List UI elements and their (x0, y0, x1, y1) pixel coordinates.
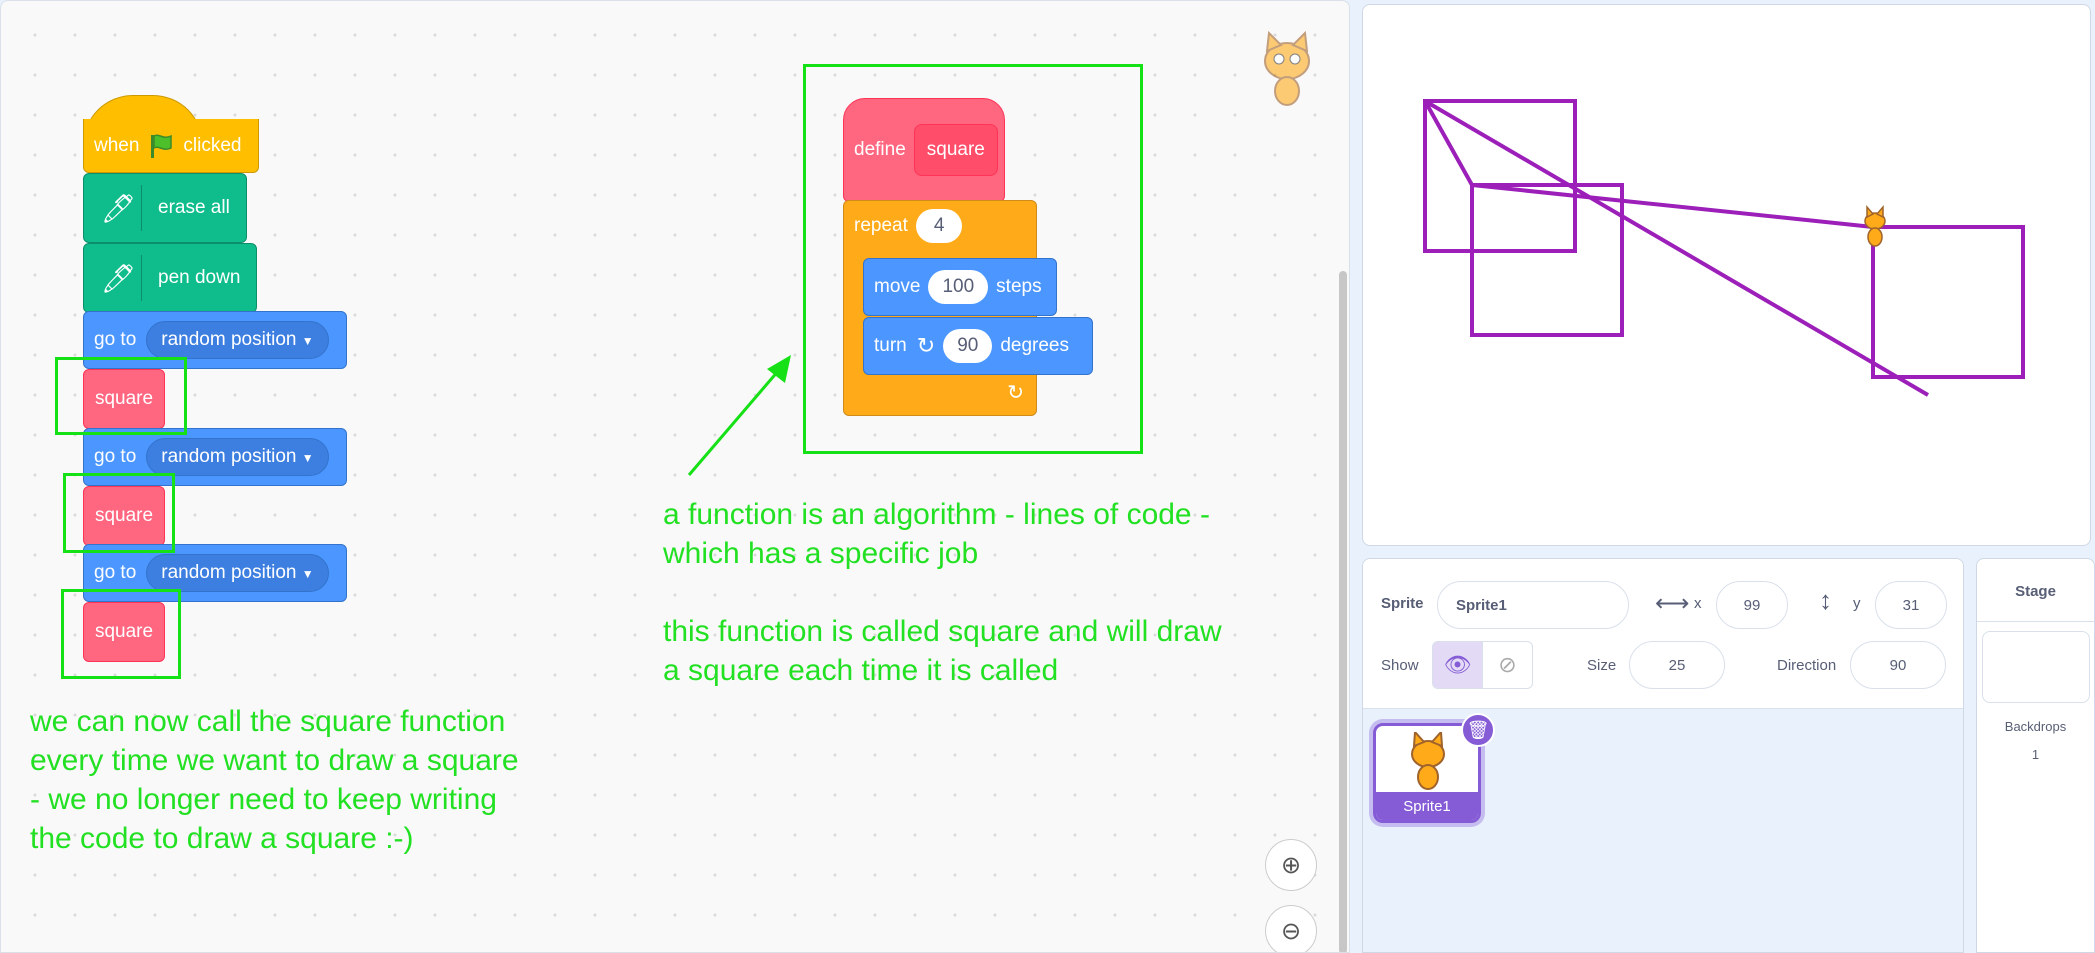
sprite-name-value: Sprite1 (1456, 596, 1507, 614)
block-text: pen down (158, 267, 241, 288)
chevron-down-icon: ▼ (301, 334, 314, 348)
dropdown-label: random position (161, 329, 297, 350)
cat-sprite-icon (1411, 732, 1445, 790)
x-arrow-icon: ⟷ (1655, 590, 1690, 617)
x-label: x (1694, 595, 1702, 612)
cat-sprite (1864, 204, 1886, 247)
pen-icon: 🖊 (96, 255, 142, 301)
direction-input[interactable]: 90 (1850, 641, 1946, 689)
backdrops-label: Backdrops (2004, 719, 2067, 734)
backdrops-count: 1 (2031, 747, 2040, 762)
position-dropdown[interactable]: random position ▼ (146, 321, 329, 359)
delete-sprite-button[interactable]: 🗑 (1461, 713, 1495, 747)
x-value: 99 (1743, 596, 1761, 614)
function-note: a function is an algorithm - lines of co… (663, 498, 1222, 687)
pen-down-block[interactable]: 🖊 pen down (83, 243, 257, 313)
dropdown-label: random position (161, 446, 297, 467)
backdrop-thumbnail[interactable] (1982, 631, 2090, 703)
stage-title: Stage (2015, 583, 2056, 600)
zoom-in-icon: ⊕ (1280, 851, 1302, 879)
stage-header-divider (1977, 621, 2094, 622)
green-flag-icon (151, 134, 173, 158)
chevron-down-icon: ▼ (301, 451, 314, 465)
show-hidden-button[interactable]: ⊘ (1482, 641, 1533, 689)
block-text: go to (94, 329, 137, 350)
sprite-info: Sprite Sprite1 ⟷ x 99 ↕ y 31 Show 👁 ⊘ Si… (1363, 559, 1963, 709)
dropdown-label: random position (161, 562, 297, 583)
stage-selector[interactable]: Stage Backdrops 1 (1976, 558, 2095, 953)
arrow-annotation (687, 355, 791, 476)
x-input[interactable]: 99 (1716, 581, 1788, 629)
block-text: go to (94, 446, 137, 467)
direction-label: Direction (1777, 657, 1837, 674)
highlight-box (55, 357, 187, 435)
sprite-pane: Sprite Sprite1 ⟷ x 99 ↕ y 31 Show 👁 ⊘ Si… (1362, 558, 1964, 953)
block-text: erase all (158, 197, 230, 218)
code-workspace[interactable]: when clicked 🖊 erase all 🖊 pen down go t… (0, 0, 1350, 953)
highlight-box (63, 473, 175, 553)
sprite-label: Sprite (1381, 595, 1424, 612)
size-label: Size (1587, 657, 1617, 674)
zoom-out-button[interactable]: ⊖ (1265, 905, 1317, 952)
highlight-box (803, 64, 1143, 454)
y-value: 31 (1902, 596, 1920, 614)
highlight-box (61, 589, 181, 679)
call-note: we can now call the square function ever… (30, 705, 519, 855)
pen-icon: 🖊 (96, 185, 142, 231)
size-input[interactable]: 25 (1629, 641, 1725, 689)
erase-all-block[interactable]: 🖊 erase all (83, 173, 247, 243)
chevron-down-icon: ▼ (301, 567, 314, 581)
sprite-card-label: Sprite1 (1376, 792, 1478, 820)
y-arrow-icon: ↕ (1819, 585, 1832, 615)
direction-value: 90 (1889, 656, 1907, 674)
position-dropdown[interactable]: random position ▼ (146, 438, 329, 476)
y-label: y (1853, 595, 1861, 612)
workspace-scrollbar[interactable] (1339, 271, 1347, 952)
block-text: clicked (183, 134, 242, 156)
cat-sprite-icon (1264, 31, 1310, 106)
position-dropdown[interactable]: random position ▼ (146, 554, 329, 592)
zoom-out-icon: ⊖ (1280, 917, 1302, 945)
eye-icon: 👁 (1443, 652, 1472, 677)
zoom-in-button[interactable]: ⊕ (1265, 839, 1317, 891)
show-visible-button[interactable]: 👁 (1432, 641, 1483, 689)
eye-slash-icon: ⊘ (1498, 652, 1517, 677)
block-text: go to (94, 562, 137, 583)
show-label: Show (1381, 657, 1419, 674)
y-input[interactable]: 31 (1875, 581, 1947, 629)
block-text: when (94, 134, 140, 156)
trash-icon: 🗑 (1466, 719, 1490, 740)
stage-canvas[interactable] (1362, 4, 2091, 546)
when-flag-clicked-block[interactable]: when clicked (83, 119, 259, 173)
pen-drawing (1423, 99, 2025, 397)
sprite-name-input[interactable]: Sprite1 (1437, 581, 1629, 629)
size-value: 25 (1668, 656, 1686, 674)
